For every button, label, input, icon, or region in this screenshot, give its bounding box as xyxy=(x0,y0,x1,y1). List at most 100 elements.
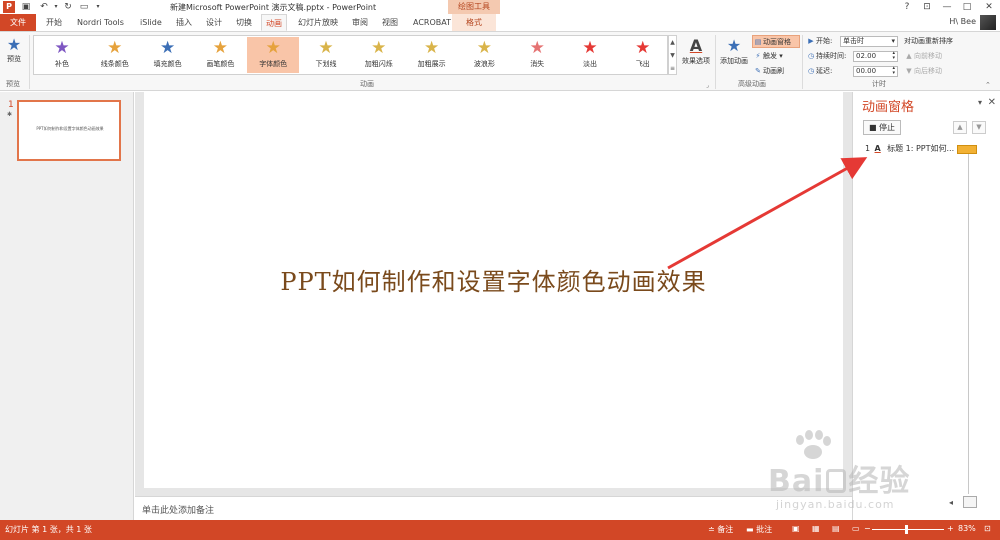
animation-effect-11[interactable]: ★ 飞出 xyxy=(617,37,669,73)
undo-icon[interactable]: ↶ xyxy=(38,1,50,13)
timeline-scroll[interactable] xyxy=(963,496,977,508)
move-later-label: 向后移动 xyxy=(914,67,942,75)
animation-effect-4[interactable]: ★ 字体颜色 xyxy=(247,37,300,73)
move-up-button[interactable]: ▲ xyxy=(953,121,967,134)
zoom-slider-track[interactable] xyxy=(872,529,944,530)
pane-options-icon[interactable]: ▾ xyxy=(978,98,982,107)
tab-islide[interactable]: iSlide xyxy=(136,14,166,31)
redo-icon[interactable]: ↻ xyxy=(62,1,74,13)
tab-animations[interactable]: 动画 xyxy=(261,14,287,31)
trigger-button[interactable]: ⚡ 触发 ▾ xyxy=(753,50,783,63)
zoom-slider-knob[interactable] xyxy=(905,525,908,534)
delay-label: ◷ 延迟: xyxy=(806,65,832,78)
gallery-scroll[interactable]: ▲ ▼ ≡ xyxy=(668,35,677,75)
move-earlier-button[interactable]: ▲ 向前移动 xyxy=(904,50,942,63)
move-later-button[interactable]: ▼ 向后移动 xyxy=(904,65,942,78)
animation-effect-10[interactable]: ★ 淡出 xyxy=(564,37,616,73)
animation-effect-8[interactable]: ★ 波浪形 xyxy=(458,37,510,73)
effect-label: 淡出 xyxy=(583,60,597,68)
start-label: ▶ 开始: xyxy=(806,35,832,48)
watermark-brand: Bai 经验 xyxy=(768,456,910,500)
preview-button[interactable]: ★ 预览 xyxy=(3,36,25,64)
animation-effect-0[interactable]: ★ 补色 xyxy=(36,37,88,73)
animation-effect-9[interactable]: ★ 消失 xyxy=(511,37,563,73)
brush-icon: ✎ xyxy=(755,67,761,75)
animation-effect-3[interactable]: ★ 画笔颜色 xyxy=(194,37,246,73)
tab-review[interactable]: 审阅 xyxy=(348,14,372,31)
thumbnail-title: PPT如何制作和设置字体颜色动画效果 xyxy=(36,126,104,131)
delay-input[interactable]: 00.00 ▴ ▾ xyxy=(853,66,898,77)
tab-nordri-tools[interactable]: Nordri Tools xyxy=(73,14,128,31)
animation-effect-1[interactable]: ★ 线条颜色 xyxy=(89,37,141,73)
avatar[interactable] xyxy=(980,15,996,30)
ribbon-tabs: 文件 开始 Nordri Tools iSlide 插入 设计 切换 动画 幻灯… xyxy=(0,14,1000,31)
save-icon[interactable]: ▣ xyxy=(20,1,32,13)
effect-options-button[interactable]: A 效果选项 xyxy=(679,36,713,66)
slide-editor: PPT如何制作和设置字体颜色动画效果 单击此处添加备注 xyxy=(135,92,852,520)
help-button[interactable]: ? xyxy=(900,1,914,13)
tab-transitions[interactable]: 切换 xyxy=(232,14,256,31)
slide-title[interactable]: PPT如何制作和设置字体颜色动画效果 xyxy=(144,262,843,297)
slide-number: 1 xyxy=(8,100,14,110)
tab-acrobat[interactable]: ACROBAT xyxy=(409,14,455,31)
slide-count-status: 幻灯片 第 1 张，共 1 张 xyxy=(5,525,92,534)
timing-bar[interactable] xyxy=(957,145,977,154)
notes-pane[interactable]: 单击此处添加备注 xyxy=(135,496,852,520)
effect-star-icon: ★ xyxy=(476,38,493,58)
add-animation-button[interactable]: ★ 添加动画 xyxy=(717,36,751,66)
star-icon: ★ xyxy=(6,35,22,54)
timing-group-label: 计时 xyxy=(872,80,886,88)
spinner-icon: ▴ ▾ xyxy=(892,65,895,76)
animation-painter-button[interactable]: ✎ 动画刷 xyxy=(753,65,784,78)
stop-button[interactable]: ■ 停止 xyxy=(863,120,901,135)
tab-slideshow[interactable]: 幻灯片放映 xyxy=(294,14,342,31)
tab-design[interactable]: 设计 xyxy=(202,14,226,31)
presentation-icon[interactable]: ▭ xyxy=(78,1,90,13)
tab-insert[interactable]: 插入 xyxy=(172,14,196,31)
effect-label: 消失 xyxy=(530,60,545,68)
effect-label: 字体颜色 xyxy=(259,60,288,68)
ribbon-display-icon[interactable]: ⊡ xyxy=(920,1,934,13)
collapse-ribbon-icon[interactable]: ⌃ xyxy=(985,81,991,89)
title-bar: P ▣ ↶ ▾ ↻ ▭ ▾ 新建Microsoft PowerPoint 演示文… xyxy=(0,0,1000,14)
slide-canvas[interactable]: PPT如何制作和设置字体颜色动画效果 xyxy=(144,92,843,488)
animation-effect-7[interactable]: ★ 加粗展示 xyxy=(406,37,458,73)
close-button[interactable]: ✕ xyxy=(982,1,996,13)
start-select[interactable]: 单击时 ▾ xyxy=(840,36,898,47)
undo-dropdown-icon[interactable]: ▾ xyxy=(50,1,62,13)
effect-label: 加粗展示 xyxy=(417,60,446,68)
watermark-url: jingyan.baidu.com xyxy=(776,498,895,511)
tab-view[interactable]: 视图 xyxy=(378,14,402,31)
animation-effect-2[interactable]: ★ 填充颜色 xyxy=(142,37,194,73)
fit-to-window-icon[interactable]: ⊡ xyxy=(984,524,991,533)
powerpoint-logo-icon: P xyxy=(3,1,15,13)
close-pane-icon[interactable]: ✕ xyxy=(988,97,996,108)
effect-star-icon: ★ xyxy=(318,38,334,58)
move-down-button[interactable]: ▼ xyxy=(972,121,986,134)
restore-button[interactable]: □ xyxy=(960,1,974,13)
advanced-group-label: 高级动画 xyxy=(738,80,766,88)
stop-label: 停止 xyxy=(879,123,896,132)
duration-input[interactable]: 02.00 ▴ ▾ xyxy=(853,51,898,62)
tab-file[interactable]: 文件 xyxy=(0,14,36,31)
effect-label: 波浪形 xyxy=(473,60,495,68)
comments-button-label: 批注 xyxy=(756,525,773,534)
animation-pane-button[interactable]: ▤ 动画窗格 xyxy=(752,35,800,48)
user-name[interactable]: H\ Bee xyxy=(949,17,976,26)
animation-effect-5[interactable]: ★ 下划线 xyxy=(300,37,352,73)
tab-home[interactable]: 开始 xyxy=(42,14,66,31)
animation-marker-icon: ✱ xyxy=(7,111,13,118)
duration-label: ◷ 持续时间: xyxy=(806,50,846,63)
tab-format[interactable]: 格式 xyxy=(452,14,496,31)
add-star-icon: ★ xyxy=(726,36,742,55)
group-dialog-launcher-icon[interactable]: ⌟ xyxy=(706,82,709,89)
animation-effect-6[interactable]: ★ 加粗闪烁 xyxy=(353,37,405,73)
minimize-button[interactable]: — xyxy=(940,1,954,13)
customize-toolbar-icon[interactable]: ▾ xyxy=(92,1,104,13)
font-color-a-icon: A xyxy=(689,36,703,55)
slide-thumbnail[interactable]: PPT如何制作和设置字体颜色动画效果 xyxy=(17,100,121,161)
animation-item-number: 1 xyxy=(865,144,871,153)
effect-star-icon: ★ xyxy=(529,38,545,58)
move-earlier-label: 向前移动 xyxy=(914,52,942,60)
notes-icon[interactable]: ≐ 备注 xyxy=(708,524,733,535)
